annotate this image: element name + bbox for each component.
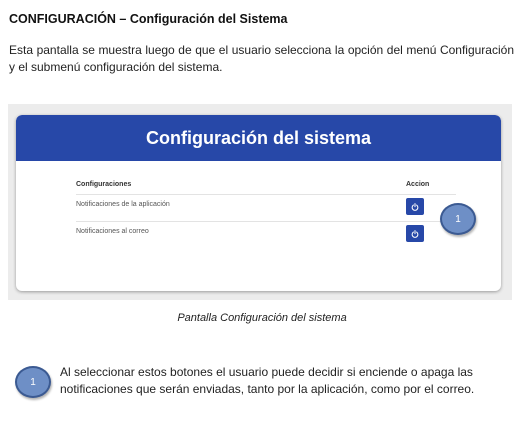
callout-badge: 1 <box>440 203 476 235</box>
figure-caption: Pantalla Configuración del sistema <box>177 312 347 324</box>
row-label-email-notifications: Notificaciones al correo <box>76 228 149 235</box>
card-title: Configuración del sistema <box>145 127 372 148</box>
header-divider <box>76 194 456 195</box>
note-badge: 1 <box>15 366 51 398</box>
document-heading: CONFIGURACIÓN – Configuración del Sistem… <box>9 12 288 26</box>
row-divider <box>76 221 456 222</box>
note-text: Al seleccionar estos botones el usuario … <box>60 365 475 396</box>
card-header: Configuración del sistema <box>16 115 501 161</box>
intro-paragraph: Esta pantalla se muestra luego de que el… <box>9 43 514 74</box>
system-config-card: Configuración del sistema Configuracione… <box>16 115 501 291</box>
power-icon <box>411 202 419 211</box>
email-notifications-toggle-button[interactable] <box>406 225 424 242</box>
app-notifications-toggle-button[interactable] <box>406 198 424 215</box>
column-header-configuraciones: Configuraciones <box>76 181 132 188</box>
row-label-app-notifications: Notificaciones de la aplicación <box>76 201 170 208</box>
power-icon <box>411 229 419 238</box>
screenshot-frame: Configuración del sistema Configuracione… <box>8 104 512 300</box>
column-header-accion: Accion <box>406 181 430 188</box>
